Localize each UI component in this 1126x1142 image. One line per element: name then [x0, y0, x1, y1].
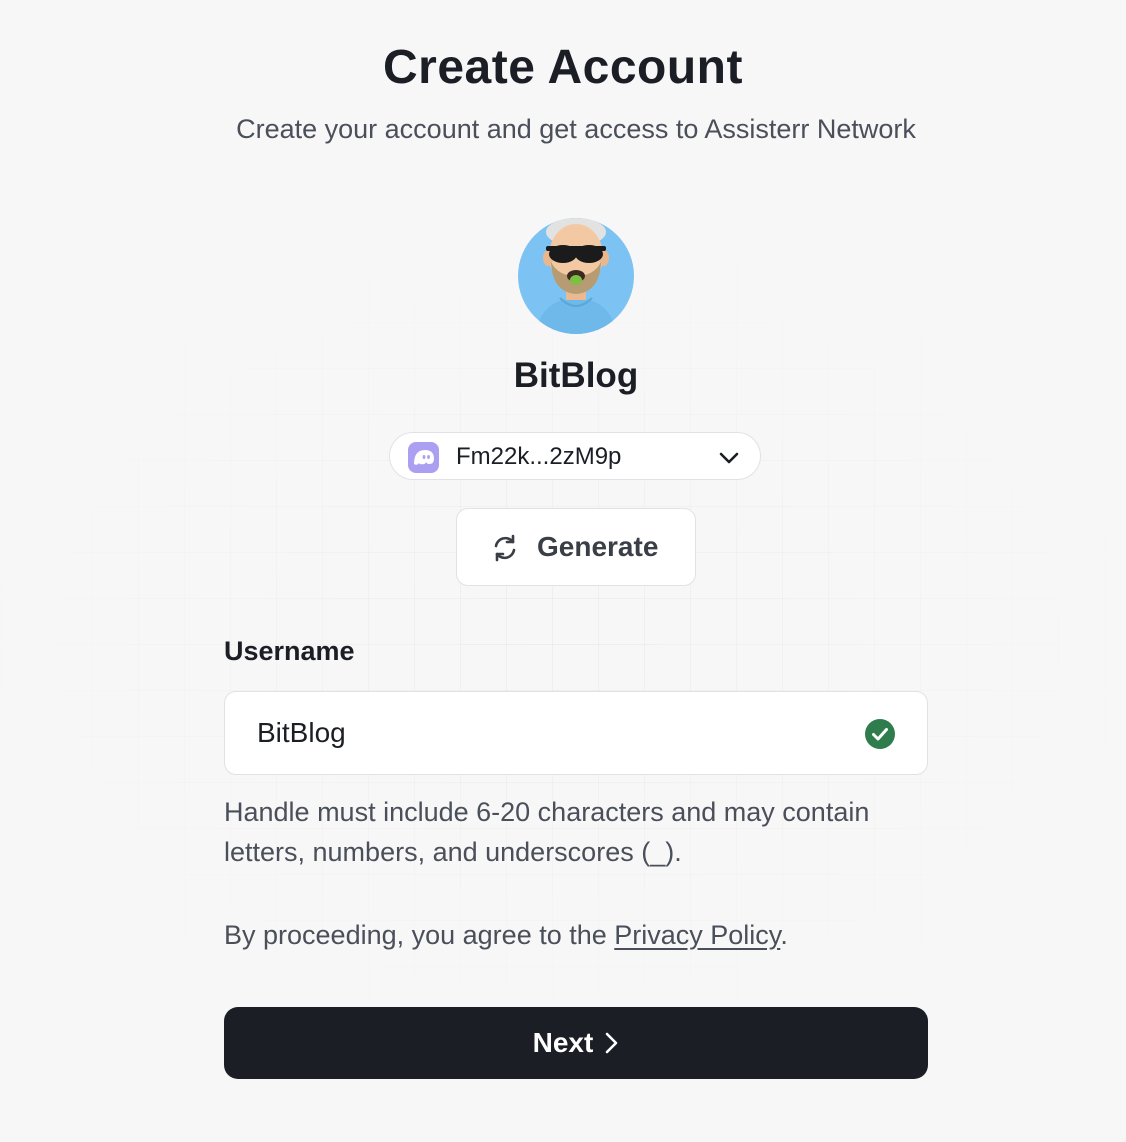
phantom-ghost-icon: [408, 442, 439, 473]
privacy-notice-prefix: By proceeding, you agree to the: [224, 920, 615, 950]
refresh-icon: [490, 533, 520, 568]
next-button[interactable]: Next: [224, 1007, 928, 1079]
avatar: [518, 218, 634, 334]
privacy-notice: By proceeding, you agree to the Privacy …: [224, 920, 788, 951]
wallet-selector[interactable]: Fm22k...2zM9p: [389, 432, 761, 480]
username-input[interactable]: [257, 712, 817, 754]
chevron-down-icon[interactable]: [718, 447, 740, 474]
page-title: Create Account: [383, 41, 743, 94]
privacy-notice-suffix: .: [780, 920, 788, 950]
next-label: Next: [532, 1027, 594, 1058]
generate-button[interactable]: Generate: [456, 508, 696, 586]
username-hint: Handle must include 6-20 characters and …: [224, 797, 870, 867]
username-label: Username: [224, 636, 355, 666]
page-subtitle: Create your account and get access to As…: [236, 114, 916, 144]
wallet-address: Fm22k...2zM9p: [456, 443, 622, 470]
privacy-policy-link[interactable]: Privacy Policy: [614, 920, 780, 950]
display-name: BitBlog: [513, 356, 639, 395]
chevron-right-icon: [606, 1032, 618, 1054]
username-field-container: [224, 691, 928, 775]
check-circle-icon: [865, 719, 895, 754]
generate-label: Generate: [537, 531, 659, 562]
avatar-face-icon: [536, 218, 616, 334]
